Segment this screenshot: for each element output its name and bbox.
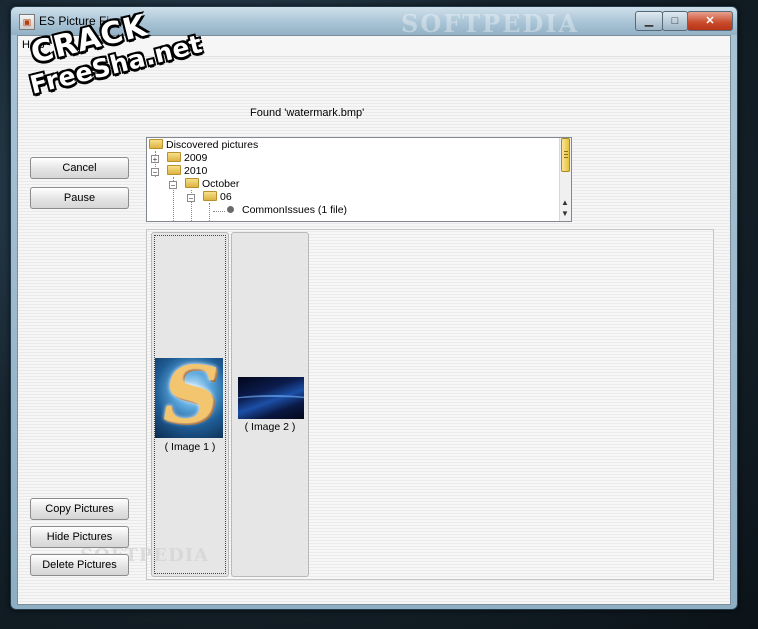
tree-toggle-2009[interactable]: +: [151, 155, 159, 164]
scrollbar-thumb[interactable]: [561, 138, 570, 172]
folder-icon: [203, 191, 217, 201]
folder-icon: [167, 165, 181, 175]
app-icon[interactable]: ▣: [19, 14, 35, 30]
thumbnail-card[interactable]: S ( Image 1 ): [151, 232, 229, 577]
tree-toggle-06[interactable]: −: [187, 194, 195, 203]
tree-label-06: 06: [220, 191, 232, 203]
folder-icon: [149, 139, 163, 149]
tree-scrollbar[interactable]: ▲ ▼: [559, 138, 571, 221]
tree-label-october: October: [202, 178, 240, 190]
grip-line: [564, 157, 568, 158]
tree-connector: [209, 203, 210, 221]
delete-pictures-button[interactable]: Delete Pictures: [30, 554, 129, 576]
tree-node-2009[interactable]: 2009: [167, 152, 207, 165]
tree-connector: [213, 211, 225, 212]
tree-toggle-2010[interactable]: −: [151, 168, 159, 177]
bullet-icon: [227, 206, 234, 213]
pause-button[interactable]: Pause: [30, 187, 129, 209]
image-2-thumbnail[interactable]: [238, 377, 304, 419]
tree-label-2009: 2009: [184, 152, 208, 164]
tree-label-2010: 2010: [184, 165, 208, 177]
status-text: Found 'watermark.bmp': [250, 107, 365, 119]
image-1-glyph: S: [163, 358, 220, 438]
grip-line: [564, 151, 568, 152]
grip-line: [564, 154, 568, 155]
hide-pictures-button[interactable]: Hide Pictures: [30, 526, 129, 548]
tree-toggle-october[interactable]: −: [169, 181, 177, 190]
thumbnail-label: ( Image 2 ): [244, 421, 296, 433]
tree-label-root: Discovered pictures: [166, 139, 259, 151]
scroll-down-icon[interactable]: ▼: [561, 209, 569, 218]
app-window: ▣ ES Picture Finder SOFTPEDIA ▁ □ ✕ Help…: [10, 6, 738, 610]
scroll-up-icon[interactable]: ▲: [561, 198, 569, 207]
copy-pictures-button[interactable]: Copy Pictures: [30, 498, 129, 520]
tree-label-commonissues: CommonIssues (1 file): [242, 204, 348, 216]
main-panel: Found 'watermark.bmp' Cancel Pause Disco…: [18, 57, 730, 604]
tree-node-2010[interactable]: 2010: [167, 165, 207, 178]
pictures-tree[interactable]: Discovered pictures + 2009 − 2010 − Octo…: [146, 137, 572, 222]
image-1-thumbnail[interactable]: S: [155, 358, 223, 438]
minimize-button[interactable]: ▁: [635, 11, 663, 31]
tree-node-root[interactable]: Discovered pictures: [149, 139, 258, 152]
thumbnail-label: ( Image 1 ): [164, 441, 216, 453]
softpedia-watermark-title: SOFTPEDIA: [401, 9, 580, 38]
tree-node-06[interactable]: 06: [203, 191, 232, 204]
cancel-button[interactable]: Cancel: [30, 157, 129, 179]
folder-icon: [167, 152, 181, 162]
thumbnail-card[interactable]: ( Image 2 ): [231, 232, 309, 577]
close-button[interactable]: ✕: [687, 11, 733, 31]
maximize-button[interactable]: □: [662, 11, 688, 31]
thumbnail-gallery: S ( Image 1 ) ( Image 2 ): [146, 229, 714, 580]
tree-node-october[interactable]: October: [185, 178, 239, 191]
client-area: Help Found 'watermark.bmp' Cancel Pause …: [17, 35, 731, 605]
folder-icon: [185, 178, 199, 188]
tree-node-commonissues[interactable]: CommonIssues (1 file): [227, 204, 347, 217]
